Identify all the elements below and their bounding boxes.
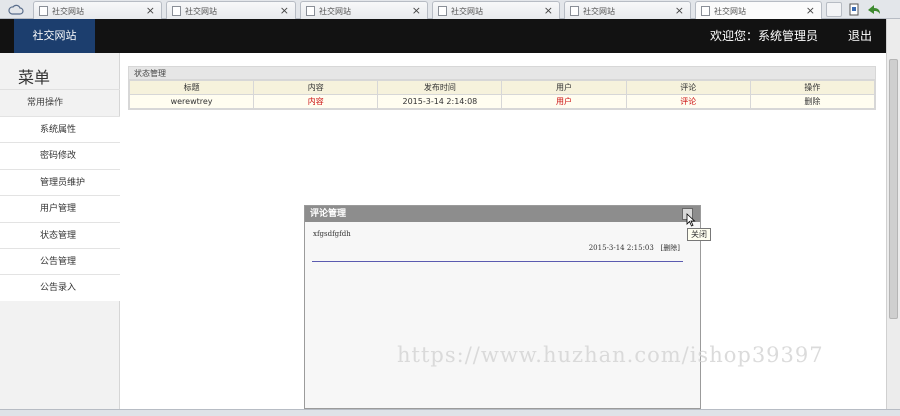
page-icon: [306, 6, 315, 16]
site-header: 社交网站 欢迎您：系统管理员 退出: [0, 19, 886, 53]
tab-label: 社交网站: [319, 7, 351, 16]
delete-link[interactable]: 删除: [749, 94, 876, 109]
close-icon[interactable]: ×: [280, 4, 289, 17]
vertical-scrollbar[interactable]: [886, 19, 900, 409]
site-brand[interactable]: 社交网站: [14, 19, 95, 53]
close-icon[interactable]: ×: [675, 4, 684, 17]
browser-tab-strip: 社交网站 × 社交网站 × 社交网站 × 社交网站 × 社交网站 × 社交网站 …: [0, 0, 900, 19]
comment-link[interactable]: 评论: [625, 94, 751, 109]
comment-delete-link[interactable]: [删除]: [661, 244, 680, 252]
comment-time: 2015-3-14 2:15:03: [588, 244, 654, 252]
browser-tab[interactable]: 社交网站 ×: [564, 1, 691, 19]
comment-dialog: 评论管理 xfgsdfgfdh 2015-3-14 2:15:03 [删除]: [304, 205, 701, 409]
comment-text: xfgsdfgfdh: [313, 230, 351, 238]
back-arrow-icon[interactable]: [866, 3, 882, 16]
column-header: 内容: [253, 80, 379, 95]
menu-title: 菜单: [18, 68, 51, 87]
tab-label: 社交网站: [583, 7, 615, 16]
cloud-icon[interactable]: [8, 3, 24, 16]
browser-tab[interactable]: 社交网站 ×: [33, 1, 162, 19]
cell-time: 2015-3-14 2:14:08: [377, 94, 503, 109]
sidebar-item-status-management[interactable]: 状态管理: [0, 221, 120, 248]
status-panel: 状态管理 标题 内容 发布时间 用户 评论 操作 werewtrey 内容 20…: [128, 66, 876, 110]
tab-label: 社交网站: [52, 7, 84, 16]
browser-tab[interactable]: 社交网站 ×: [166, 1, 296, 19]
status-table: 标题 内容 发布时间 用户 评论 操作 werewtrey 内容 2015-3-…: [128, 80, 876, 109]
browser-tab-active[interactable]: 社交网站 ×: [695, 1, 822, 19]
dialog-title: 评论管理: [305, 206, 700, 222]
page-icon: [570, 6, 579, 16]
tab-label: 社交网站: [714, 7, 746, 16]
page-icon: [438, 6, 447, 16]
column-header: 发布时间: [377, 80, 503, 95]
column-header: 评论: [625, 80, 751, 95]
tab-label: 社交网站: [451, 7, 483, 16]
logout-link[interactable]: 退出: [848, 19, 872, 53]
sidebar-item-notice-management[interactable]: 公告管理: [0, 247, 120, 275]
sidebar-item-admin-maintenance[interactable]: 管理员维护: [0, 168, 120, 196]
page-setup-icon[interactable]: [849, 3, 860, 16]
page-icon: [701, 6, 710, 16]
welcome-text: 欢迎您：系统管理员: [710, 29, 819, 43]
scrollbar-thumb[interactable]: [889, 59, 898, 319]
column-header: 标题: [128, 80, 255, 95]
tab-label: 社交网站: [185, 7, 217, 16]
menu-group-common[interactable]: 常用操作: [0, 89, 120, 116]
table-row: werewtrey 内容 2015-3-14 2:14:08 用户 评论 删除: [128, 94, 876, 109]
sidebar-item-notice-entry[interactable]: 公告录入: [0, 274, 120, 301]
new-tab-button[interactable]: [826, 2, 842, 17]
panel-title: 状态管理: [129, 67, 875, 80]
close-tooltip: 关闭: [687, 228, 711, 241]
column-header: 操作: [749, 80, 876, 95]
user-link[interactable]: 用户: [501, 94, 627, 109]
close-icon[interactable]: ×: [544, 4, 553, 17]
close-icon[interactable]: ×: [412, 4, 421, 17]
browser-tab[interactable]: 社交网站 ×: [432, 1, 560, 19]
column-header: 用户: [501, 80, 627, 95]
sidebar-item-change-password[interactable]: 密码修改: [0, 142, 120, 169]
menu-list: 系统属性 密码修改 管理员维护 用户管理 状态管理 公告管理 公告录入: [0, 116, 120, 301]
close-icon[interactable]: ×: [146, 4, 155, 17]
close-icon[interactable]: ×: [806, 4, 815, 17]
sidebar: 菜单 常用操作 系统属性 密码修改 管理员维护 用户管理 状态管理 公告管理 公…: [0, 53, 120, 409]
page-icon: [172, 6, 181, 16]
cell-title: werewtrey: [128, 94, 255, 109]
page-icon: [39, 6, 48, 16]
comment-meta: 2015-3-14 2:15:03 [删除]: [589, 243, 680, 253]
content-link[interactable]: 内容: [253, 94, 379, 109]
divider: [312, 261, 683, 262]
browser-status-bar: [0, 409, 900, 416]
browser-tab[interactable]: 社交网站 ×: [300, 1, 428, 19]
sidebar-item-system-properties[interactable]: 系统属性: [0, 116, 120, 143]
mouse-cursor-icon: [686, 213, 696, 227]
table-header-row: 标题 内容 发布时间 用户 评论 操作: [128, 80, 876, 95]
sidebar-item-user-management[interactable]: 用户管理: [0, 195, 120, 222]
watermark-url: https://www.huzhan.com/ishop39397: [397, 343, 824, 367]
